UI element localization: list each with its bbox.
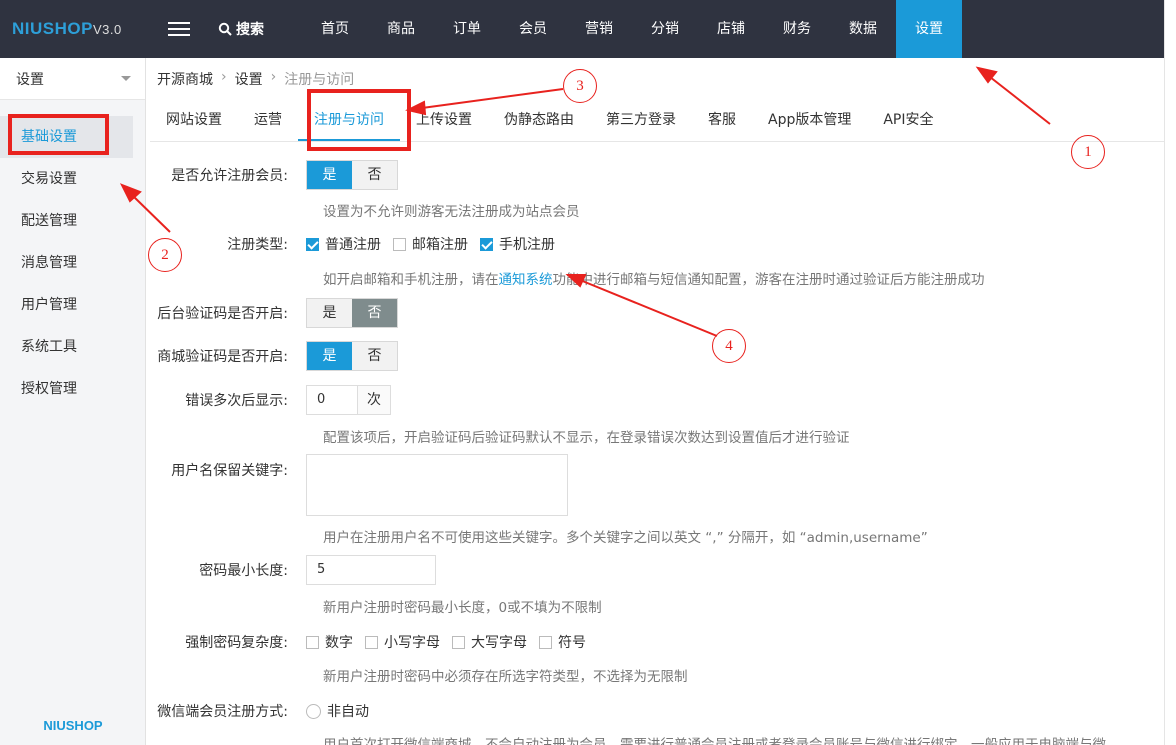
- arrow-3: [421, 88, 564, 109]
- annotation-number: 3: [563, 69, 597, 103]
- annotation-number: 2: [148, 238, 182, 272]
- arrow-2: [131, 194, 171, 233]
- arrow-4: [579, 279, 718, 337]
- annotation-number: 4: [712, 329, 746, 363]
- annotation-arrows: [119, 66, 1051, 337]
- arrow-4-head: [565, 274, 587, 288]
- arrow-3-head: [405, 100, 427, 116]
- arrow-2-head: [119, 183, 142, 203]
- arrow-1: [989, 76, 1051, 125]
- annotation-number: 1: [1071, 135, 1105, 169]
